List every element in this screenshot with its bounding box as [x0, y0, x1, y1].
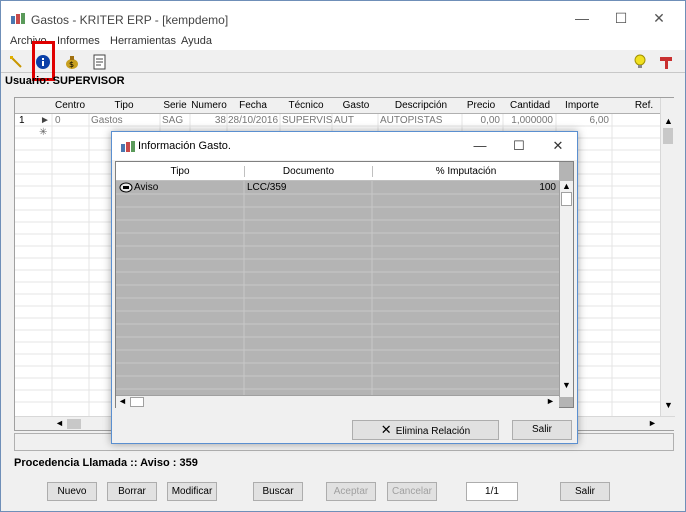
col-importe[interactable]: Importe [559, 100, 605, 111]
cancelar-button[interactable]: Cancelar [387, 482, 437, 501]
table-row[interactable]: 1 ► 0 Gastos SAG 38 28/10/2016 SUPERVIS … [15, 115, 660, 127]
dialog-scroll-thumb[interactable] [561, 192, 572, 206]
aceptar-button[interactable]: Aceptar [326, 482, 376, 501]
cell-serie[interactable]: SAG [162, 115, 183, 126]
scroll-up-icon[interactable]: ▲ [664, 116, 673, 126]
dialog-grid-lines [116, 181, 559, 395]
money-bag-icon[interactable]: $ [64, 54, 80, 70]
pencil-icon[interactable] [8, 54, 24, 70]
lightbulb-icon[interactable] [632, 54, 648, 70]
toolbar: $ [1, 50, 685, 73]
row-index: 1 [19, 115, 25, 126]
col-cantidad[interactable]: Cantidad [505, 100, 555, 111]
dialog-hscroll-thumb[interactable] [130, 397, 144, 407]
elimina-relacion-label: Elimina Relación [395, 426, 471, 437]
dialog-grid-header: Tipo Documento % Imputación [116, 162, 559, 181]
dialog-close-button[interactable]: ✕ [549, 137, 567, 155]
buscar-button[interactable]: Buscar [253, 482, 303, 501]
dialog-scroll-right-icon[interactable]: ► [546, 396, 555, 406]
dialog-grid[interactable]: Tipo Documento % Imputación Aviso LCC/35… [115, 161, 574, 408]
dialog-scroll-left-icon[interactable]: ◄ [118, 396, 127, 406]
nuevo-button[interactable]: Nuevo [47, 482, 97, 501]
minimize-button[interactable]: — [572, 8, 592, 28]
close-button[interactable]: ✕ [649, 8, 669, 28]
scroll-left-icon[interactable]: ◄ [55, 418, 64, 428]
pager-display: 1/1 [466, 482, 518, 501]
dialog-horizontal-scrollbar[interactable]: ◄ ► [116, 395, 559, 408]
col-tecnico[interactable]: Técnico [281, 100, 331, 111]
menu-informes[interactable]: Informes [57, 35, 100, 47]
scroll-down-icon[interactable]: ▼ [664, 400, 673, 410]
window-title: Gastos - KRITER ERP - [kempdemo] [31, 13, 229, 27]
menu-bar: Archivo Informes Herramientas Ayuda [1, 32, 685, 50]
dialog-vertical-scrollbar[interactable]: ▲ ▼ [559, 181, 573, 397]
maximize-button[interactable]: ☐ [611, 8, 631, 28]
dcell-imputacion[interactable]: 100 [376, 182, 556, 193]
procedencia-label: Procedencia Llamada :: Aviso : 359 [14, 457, 198, 469]
new-row-marker-icon: ✳ [39, 127, 48, 138]
row-pointer-icon: ► [40, 115, 50, 126]
dcol-tipo[interactable]: Tipo [116, 166, 244, 177]
salir-button[interactable]: Salir [560, 482, 610, 501]
app-icon [11, 13, 25, 24]
notepad-icon[interactable] [92, 54, 108, 70]
col-serie[interactable]: Serie [161, 100, 189, 111]
col-gasto[interactable]: Gasto [333, 100, 379, 111]
tools-icon[interactable] [658, 54, 674, 70]
title-bar: Gastos - KRITER ERP - [kempdemo] — ☐ ✕ [1, 1, 685, 32]
x-icon: ✕ [380, 422, 392, 437]
cell-importe[interactable]: 6,00 [559, 115, 609, 126]
col-ref[interactable]: Ref. [633, 100, 655, 111]
aviso-icon [119, 182, 133, 193]
cell-centro[interactable]: 0 [55, 115, 61, 126]
cell-descripcion[interactable]: AUTOPISTAS [380, 115, 442, 126]
col-descripcion[interactable]: Descripción [379, 100, 463, 111]
informacion-gasto-dialog: Información Gasto. — ☐ ✕ Tipo Documento … [111, 131, 578, 444]
dialog-title-bar: Información Gasto. — ☐ ✕ [112, 132, 577, 160]
col-fecha[interactable]: Fecha [227, 100, 279, 111]
dialog-title: Información Gasto. [138, 140, 231, 152]
modificar-button[interactable]: Modificar [167, 482, 217, 501]
scroll-right-icon[interactable]: ► [648, 418, 657, 428]
new-row[interactable]: ✳ [15, 127, 55, 139]
dialog-app-icon [121, 141, 135, 152]
dcell-tipo[interactable]: Aviso [134, 182, 158, 193]
scroll-thumb[interactable] [663, 128, 673, 144]
borrar-button[interactable]: Borrar [107, 482, 157, 501]
dialog-salir-button[interactable]: Salir [512, 420, 572, 440]
cell-gasto[interactable]: AUT [334, 115, 354, 126]
svg-text:$: $ [69, 60, 74, 69]
dialog-minimize-button[interactable]: — [471, 137, 489, 155]
col-precio[interactable]: Precio [463, 100, 499, 111]
cell-tipo[interactable]: Gastos [91, 115, 123, 126]
hscroll-thumb[interactable] [67, 419, 81, 429]
col-centro[interactable]: Centro [55, 100, 85, 111]
dcol-documento[interactable]: Documento [244, 166, 372, 177]
dialog-maximize-button[interactable]: ☐ [510, 137, 528, 155]
menu-ayuda[interactable]: Ayuda [181, 35, 212, 47]
elimina-relacion-button[interactable]: ✕ Elimina Relación [352, 420, 499, 440]
cell-cantidad[interactable]: 1,000000 [505, 115, 553, 126]
dcol-imputacion[interactable]: % Imputación [372, 166, 559, 177]
cell-tecnico[interactable]: SUPERVIS [282, 115, 332, 126]
col-tipo[interactable]: Tipo [91, 100, 157, 111]
grid-header: Centro Tipo Serie Numero Fecha Técnico G… [15, 98, 660, 114]
dcell-documento[interactable]: LCC/359 [247, 182, 286, 193]
cell-numero[interactable]: 38 [192, 115, 226, 126]
main-window: Gastos - KRITER ERP - [kempdemo] — ☐ ✕ A… [0, 0, 686, 512]
dialog-table-row[interactable]: Aviso LCC/359 100 [116, 181, 559, 194]
menu-herramientas[interactable]: Herramientas [110, 35, 176, 47]
user-label: Usuario: SUPERVISOR [5, 75, 125, 87]
dialog-scroll-down-icon[interactable]: ▼ [562, 380, 571, 390]
dialog-scroll-up-icon[interactable]: ▲ [562, 181, 571, 191]
cell-precio[interactable]: 0,00 [464, 115, 500, 126]
grid-vertical-scrollbar[interactable]: ▲ ▼ [660, 98, 674, 416]
col-numero[interactable]: Numero [191, 100, 227, 111]
cell-fecha[interactable]: 28/10/2016 [228, 115, 278, 126]
